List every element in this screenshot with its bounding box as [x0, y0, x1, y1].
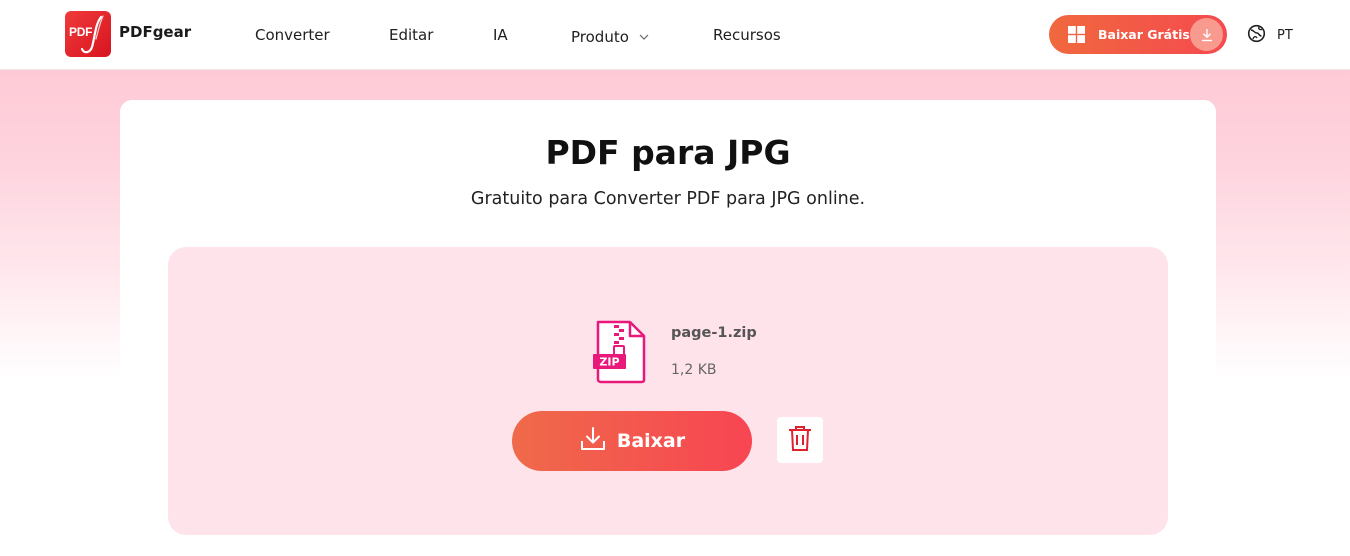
nav-item-recursos[interactable]: Recursos — [713, 26, 781, 44]
file-drop-zone — [168, 247, 1168, 535]
nav-item-produto[interactable]: Produto — [571, 26, 649, 46]
file-name: page-1.zip — [671, 325, 757, 341]
page-subtitle: Gratuito para Converter PDF para JPG onl… — [470, 189, 866, 209]
language-selector[interactable]: PT — [1247, 24, 1293, 47]
globe-icon — [1247, 24, 1266, 47]
download-icon — [579, 425, 607, 457]
pdfgear-logo-icon: PDF — [65, 11, 111, 57]
download-button-label: Baixar — [616, 430, 686, 452]
download-free-label: Baixar Grátis — [1098, 27, 1190, 42]
nav-item-converter[interactable]: Converter — [255, 26, 330, 44]
download-icon — [1190, 18, 1223, 51]
file-size: 1,2 KB — [671, 362, 717, 378]
top-navbar: PDF PDFgear Converter Editar IA Produto … — [0, 0, 1350, 70]
delete-file-button[interactable] — [777, 417, 823, 463]
brand-logo[interactable]: PDF PDFgear — [65, 11, 191, 57]
nav-item-editar[interactable]: Editar — [389, 26, 433, 44]
download-button[interactable]: Baixar — [512, 411, 752, 471]
zip-badge-text: ZIP — [599, 356, 619, 369]
chevron-down-icon — [639, 26, 649, 44]
download-free-button[interactable]: Baixar Grátis — [1049, 15, 1227, 54]
nav-item-ia[interactable]: IA — [493, 26, 508, 44]
zip-file-icon: ZIP — [592, 319, 650, 389]
language-code: PT — [1277, 28, 1293, 43]
brand-name: PDFgear — [119, 23, 192, 41]
windows-icon — [1068, 26, 1085, 43]
trash-icon — [787, 424, 813, 456]
nav-item-produto-label: Produto — [571, 28, 629, 46]
page-title: PDF para JPG — [545, 133, 791, 172]
